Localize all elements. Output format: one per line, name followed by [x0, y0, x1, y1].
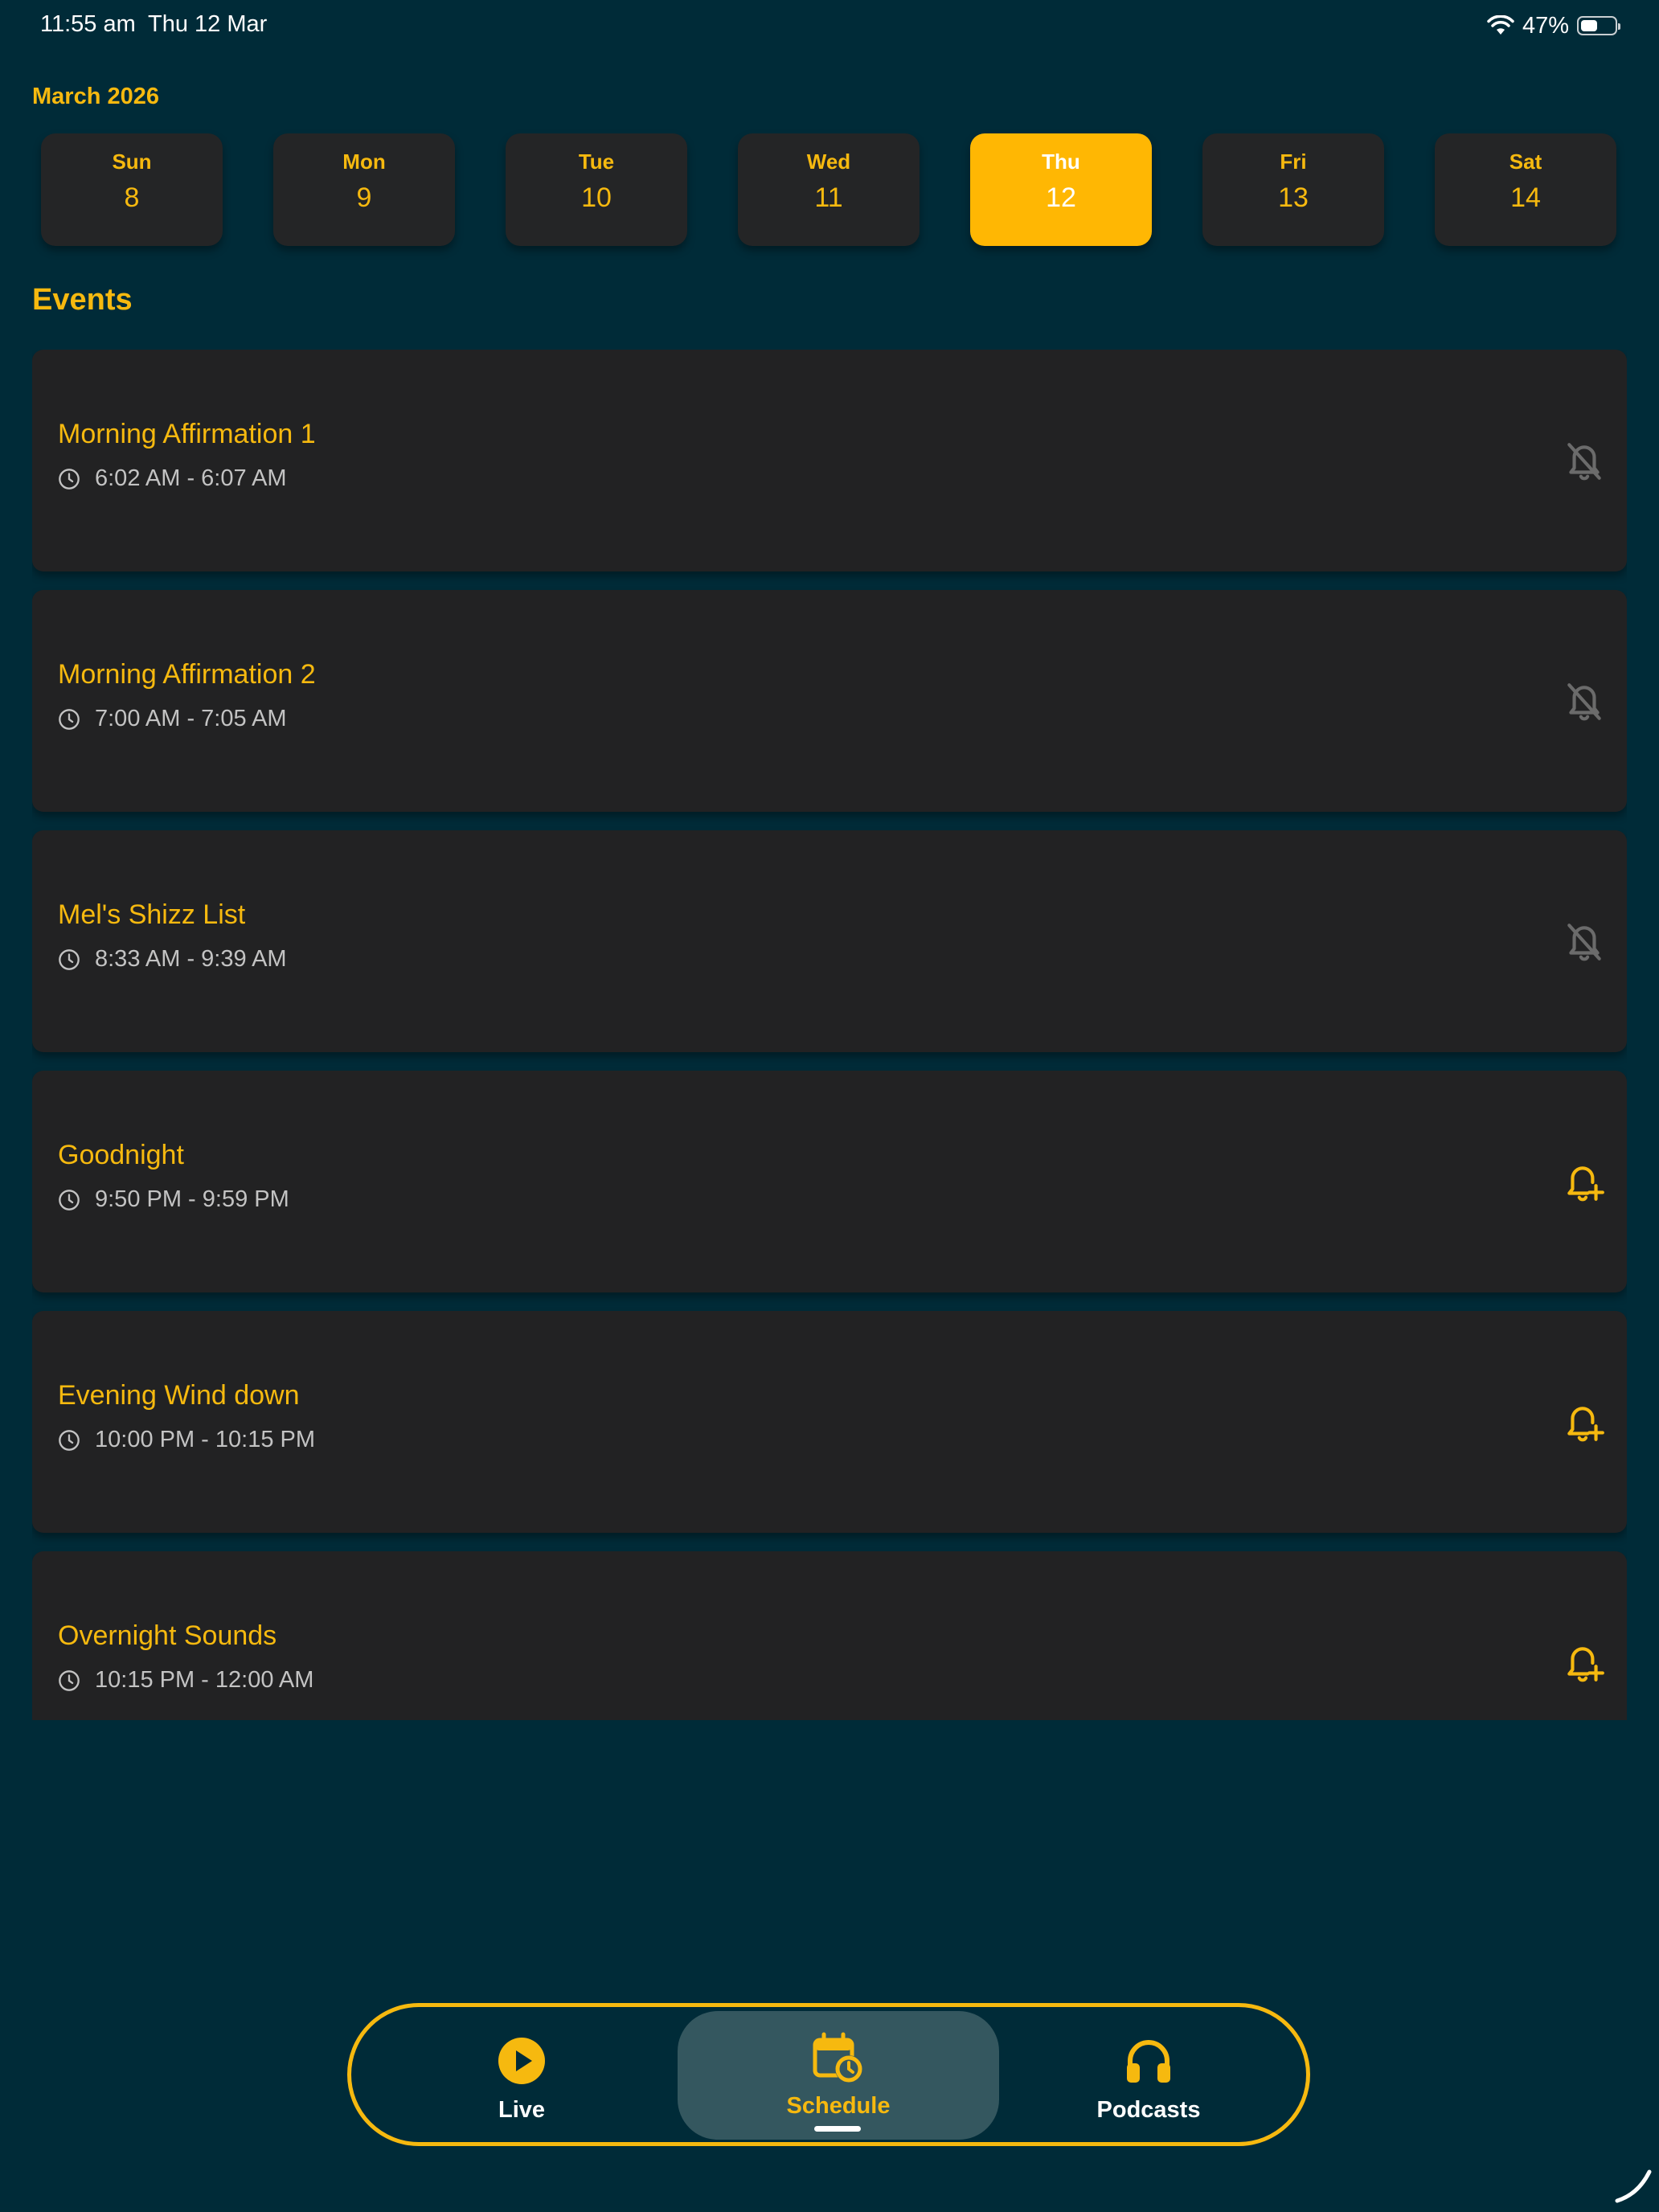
event-time: 9:50 PM - 9:59 PM — [95, 1186, 289, 1212]
battery-icon — [1577, 16, 1620, 35]
event-name: Mel's Shizz List — [58, 899, 246, 930]
event-card[interactable]: Morning Affirmation 2 7:00 AM - 7:05 AM — [32, 590, 1627, 812]
event-name: Morning Affirmation 2 — [58, 659, 316, 690]
day-name: Sun — [112, 150, 152, 174]
event-name: Evening Wind down — [58, 1380, 300, 1411]
day-name: Fri — [1280, 150, 1307, 174]
headphones-icon — [1127, 2040, 1170, 2083]
event-time-row: 9:50 PM - 9:59 PM — [58, 1186, 289, 1213]
bottom-nav: Live Schedule Podcasts — [347, 2003, 1310, 2146]
nav-podcasts-label: Podcasts — [1096, 2097, 1201, 2123]
status-bar: 11:55 am Thu 12 Mar 47% — [0, 0, 1659, 51]
bell-plus-icon[interactable] — [1564, 1161, 1604, 1204]
day-thu[interactable]: Thu 12 — [970, 133, 1152, 246]
event-time: 7:00 AM - 7:05 AM — [95, 706, 287, 731]
bell-off-icon[interactable] — [1564, 440, 1604, 483]
day-number: 14 — [1510, 182, 1541, 213]
day-number: 13 — [1278, 182, 1309, 213]
day-name: Wed — [806, 150, 851, 174]
bell-off-icon[interactable] — [1564, 920, 1604, 964]
event-time: 10:00 PM - 10:15 PM — [95, 1427, 316, 1452]
nav-schedule[interactable]: Schedule — [678, 2011, 999, 2140]
events-title: Events — [32, 283, 133, 317]
status-date: Thu 12 Mar — [148, 11, 268, 37]
bell-plus-icon[interactable] — [1564, 1641, 1604, 1685]
event-time-row: 6:02 AM - 6:07 AM — [58, 465, 287, 492]
nav-live[interactable]: Live — [361, 2007, 682, 2142]
clock-icon — [59, 468, 80, 490]
day-name: Thu — [1042, 150, 1080, 174]
event-time: 6:02 AM - 6:07 AM — [95, 465, 287, 491]
clock-icon — [59, 1189, 80, 1210]
bell-plus-icon[interactable] — [1564, 1401, 1604, 1444]
clock-icon — [59, 948, 80, 970]
day-sun[interactable]: Sun 8 — [41, 133, 223, 246]
day-wed[interactable]: Wed 11 — [738, 133, 920, 246]
clock-icon — [59, 1669, 80, 1691]
nav-podcasts[interactable]: Podcasts — [988, 2007, 1309, 2142]
day-tue[interactable]: Tue 10 — [506, 133, 687, 246]
day-number: 9 — [356, 182, 372, 213]
event-card[interactable]: Evening Wind down 10:00 PM - 10:15 PM — [32, 1311, 1627, 1533]
event-time-row: 10:15 PM - 12:00 AM — [58, 1667, 313, 1694]
day-name: Sat — [1509, 150, 1542, 174]
nav-live-label: Live — [498, 2097, 546, 2123]
nav-schedule-label: Schedule — [786, 2093, 891, 2119]
month-title: March 2026 — [32, 84, 159, 109]
event-name: Overnight Sounds — [58, 1620, 277, 1651]
clock-icon — [59, 708, 80, 730]
bell-off-icon[interactable] — [1564, 680, 1604, 723]
day-mon[interactable]: Mon 9 — [273, 133, 455, 246]
event-time: 8:33 AM - 9:39 AM — [95, 946, 287, 972]
event-card[interactable]: Mel's Shizz List 8:33 AM - 9:39 AM — [32, 830, 1627, 1052]
events-list[interactable]: Morning Affirmation 1 6:02 AM - 6:07 AM … — [32, 350, 1627, 1720]
event-name: Goodnight — [58, 1140, 184, 1170]
event-time-row: 7:00 AM - 7:05 AM — [58, 706, 287, 732]
status-time: 11:55 am — [40, 11, 136, 37]
event-card[interactable]: Goodnight 9:50 PM - 9:59 PM — [32, 1071, 1627, 1292]
calendar-clock-icon — [813, 2032, 862, 2083]
event-name: Morning Affirmation 1 — [58, 419, 316, 449]
clock-icon — [59, 1429, 80, 1451]
battery-percent: 47% — [1522, 12, 1569, 39]
active-tab-indicator — [814, 2126, 861, 2132]
day-number: 10 — [581, 182, 612, 213]
day-number: 12 — [1046, 182, 1076, 213]
event-time-row: 10:00 PM - 10:15 PM — [58, 1427, 315, 1453]
wifi-icon — [1487, 15, 1514, 35]
day-sat[interactable]: Sat 14 — [1435, 133, 1616, 246]
day-fri[interactable]: Fri 13 — [1202, 133, 1384, 246]
event-time: 10:15 PM - 12:00 AM — [95, 1667, 314, 1693]
event-card[interactable]: Overnight Sounds 10:15 PM - 12:00 AM — [32, 1551, 1627, 1720]
day-number: 11 — [814, 182, 843, 213]
play-circle-icon — [498, 2038, 545, 2084]
status-indicators: 47% — [1487, 11, 1620, 40]
scroll-indicator-icon — [1615, 2169, 1652, 2203]
day-name: Tue — [578, 150, 615, 174]
day-name: Mon — [342, 150, 386, 174]
event-card[interactable]: Morning Affirmation 1 6:02 AM - 6:07 AM — [32, 350, 1627, 571]
event-time-row: 8:33 AM - 9:39 AM — [58, 946, 287, 973]
battery-level — [1581, 20, 1597, 31]
day-selector: Sun 8 Mon 9 Tue 10 Wed 11 Thu 12 Fri 13 … — [41, 133, 1618, 246]
day-number: 8 — [124, 182, 140, 213]
